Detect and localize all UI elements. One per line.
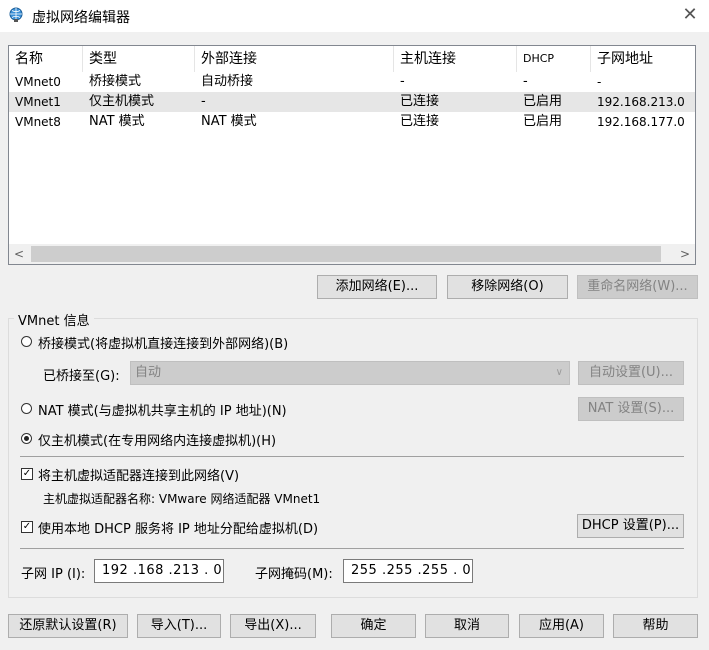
subnet-mask-input[interactable]: 255 .255 .255 . 0 <box>343 559 473 583</box>
cell-subnet: 192.168.177.0 <box>597 115 685 129</box>
horizontal-scrollbar[interactable]: < > <box>9 244 695 264</box>
bridged-radio[interactable] <box>21 336 32 347</box>
column-header-subnet[interactable]: 子网地址 <box>591 46 695 72</box>
cell-subnet: - <box>597 75 602 89</box>
column-header-name[interactable]: 名称 <box>9 46 83 72</box>
cell-type: 仅主机模式 <box>89 94 155 109</box>
cell-external: 自动桥接 <box>201 74 254 89</box>
nat-label[interactable]: NAT 模式(与虚拟机共享主机的 IP 地址)(N) <box>38 400 287 419</box>
column-header-external[interactable]: 外部连接 <box>195 46 394 72</box>
table-row[interactable]: VMnet1 仅主机模式 - 已连接 已启用 192.168.213.0 <box>9 92 695 112</box>
cell-external: NAT 模式 <box>201 114 257 129</box>
bridged-label[interactable]: 桥接模式(将虚拟机直接连接到外部网络)(B) <box>38 333 288 352</box>
divider <box>20 548 684 549</box>
adapter-name-text: 主机虚拟适配器名称: VMware 网络适配器 VMnet1 <box>43 492 321 506</box>
network-globe-icon <box>9 7 23 22</box>
chevron-down-icon: ∨ <box>555 367 563 378</box>
close-icon[interactable]: ✕ <box>680 4 700 26</box>
cell-subnet: 192.168.213.0 <box>597 95 685 109</box>
scroll-thumb[interactable] <box>31 246 661 262</box>
vmnet-info-label: VMnet 信息 <box>14 310 94 329</box>
cell-name: VMnet8 <box>15 115 61 129</box>
restore-defaults-button[interactable]: 还原默认设置(R) <box>8 614 128 638</box>
bridged-to-label: 已桥接至(G): <box>43 369 120 384</box>
use-dhcp-label[interactable]: 使用本地 DHCP 服务将 IP 地址分配给虚拟机(D) <box>38 518 318 537</box>
cell-name: VMnet0 <box>15 75 61 89</box>
subnet-mask-label: 子网掩码(M): <box>255 567 333 582</box>
scroll-right-icon[interactable]: > <box>675 244 695 264</box>
cell-dhcp: 已启用 <box>523 94 563 109</box>
cell-type: NAT 模式 <box>89 114 145 129</box>
apply-button[interactable]: 应用(A) <box>519 614 604 638</box>
connect-adapter-label[interactable]: 将主机虚拟适配器连接到此网络(V) <box>38 465 239 484</box>
bridged-to-select[interactable]: 自动 ∨ <box>130 361 570 385</box>
table-row[interactable]: VMnet0 桥接模式 自动桥接 - - - <box>9 72 695 92</box>
cell-host: 已连接 <box>400 94 440 109</box>
network-list[interactable]: 名称 类型 外部连接 主机连接 DHCP 子网地址 VMnet0 桥接模式 自动… <box>8 45 696 265</box>
dhcp-settings-button[interactable]: DHCP 设置(P)... <box>577 514 684 538</box>
ok-button[interactable]: 确定 <box>331 614 416 638</box>
nat-settings-button[interactable]: NAT 设置(S)... <box>578 397 684 421</box>
subnet-ip-input[interactable]: 192 .168 .213 . 0 <box>94 559 224 583</box>
divider <box>20 456 684 457</box>
scroll-left-icon[interactable]: < <box>9 244 29 264</box>
export-button[interactable]: 导出(X)... <box>230 614 316 638</box>
column-header-type[interactable]: 类型 <box>83 46 195 72</box>
vmnet-info-group <box>8 318 698 598</box>
nat-radio[interactable] <box>21 403 32 414</box>
auto-settings-button[interactable]: 自动设置(U)... <box>578 361 684 385</box>
column-header-dhcp[interactable]: DHCP <box>517 46 591 72</box>
cell-dhcp: - <box>523 74 528 89</box>
host-only-label[interactable]: 仅主机模式(在专用网络内连接虚拟机)(H) <box>38 430 276 449</box>
column-header-host[interactable]: 主机连接 <box>394 46 517 72</box>
cell-dhcp: 已启用 <box>523 114 563 129</box>
window-title: 虚拟网络编辑器 <box>32 10 130 26</box>
help-button[interactable]: 帮助 <box>613 614 698 638</box>
rename-network-button[interactable]: 重命名网络(W)... <box>577 275 698 299</box>
cancel-button[interactable]: 取消 <box>425 614 509 638</box>
connect-adapter-checkbox[interactable]: ✓ <box>21 468 33 480</box>
remove-network-button[interactable]: 移除网络(O) <box>447 275 568 299</box>
cell-host: 已连接 <box>400 114 440 129</box>
table-row[interactable]: VMnet8 NAT 模式 NAT 模式 已连接 已启用 192.168.177… <box>9 112 695 132</box>
add-network-button[interactable]: 添加网络(E)... <box>317 275 437 299</box>
cell-type: 桥接模式 <box>89 74 142 89</box>
cell-external: - <box>201 94 206 109</box>
use-dhcp-checkbox[interactable]: ✓ <box>21 521 33 533</box>
bridged-to-value: 自动 <box>135 365 162 380</box>
subnet-ip-label: 子网 IP (I): <box>21 567 86 582</box>
import-button[interactable]: 导入(T)... <box>137 614 221 638</box>
cell-name: VMnet1 <box>15 95 61 109</box>
cell-host: - <box>400 74 405 89</box>
host-only-radio[interactable] <box>21 433 32 444</box>
